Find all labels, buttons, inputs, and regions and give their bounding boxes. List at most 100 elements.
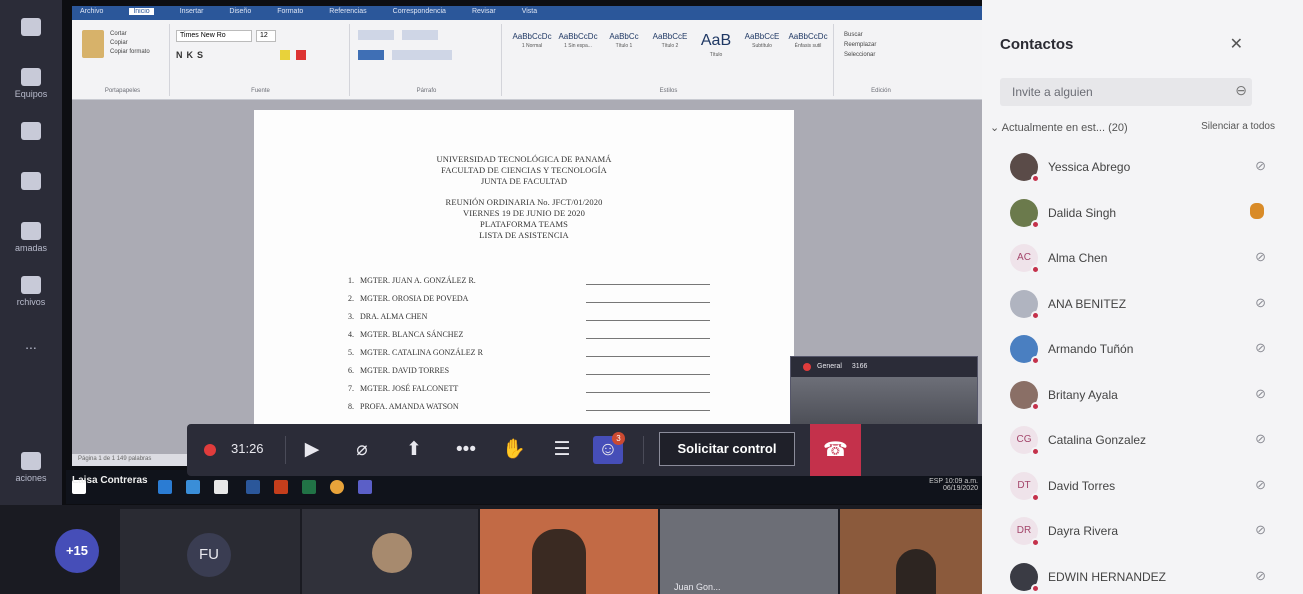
photo-of-screen: Equipos amadas rchivos ... aciones da Ar… <box>0 0 1303 594</box>
signature-line <box>586 374 710 375</box>
ribbon-tab[interactable]: Insertar <box>180 8 204 15</box>
hangup-button[interactable]: ☎ <box>810 424 861 476</box>
chrome-icon[interactable] <box>330 480 344 494</box>
font-group: Times New Ro 12 NKS Fuente <box>172 24 350 96</box>
mic-off-icon: ⊘ <box>1255 567 1266 583</box>
meeting-info: REUNIÓN ORDINARIA No. JFCT/01/2020 VIERN… <box>445 197 603 240</box>
style-option[interactable]: AaBbCcE Subtítulo <box>740 32 784 66</box>
avatar: DR <box>1010 517 1040 547</box>
rail-item-calls[interactable]: amadas <box>4 222 58 253</box>
style-option[interactable]: AaBbCc Título 1 <box>602 32 646 66</box>
participant-name: Armando Tuñón <box>1048 342 1134 356</box>
style-option[interactable]: AaBbCcDc Énfasis sutil <box>786 32 830 66</box>
avatar <box>1010 380 1040 411</box>
copy-button[interactable]: Copiar <box>110 39 150 48</box>
format-painter-button[interactable]: Copiar formato <box>110 48 150 57</box>
mute-all-button[interactable]: Silenciar a todos <box>1201 121 1275 132</box>
font-size-select[interactable]: 12 <box>256 30 276 42</box>
more-icon[interactable]: ... <box>4 336 58 352</box>
attendance-row: 6. MGTER. DAVID TORRES <box>340 366 720 375</box>
close-icon[interactable]: ✕ <box>1230 34 1243 54</box>
ribbon-tab[interactable]: Revisar <box>472 8 496 15</box>
participant-name: Britany Ayala <box>1048 387 1118 402</box>
request-control-button[interactable]: Solicitar control <box>659 432 795 466</box>
select-button[interactable]: Seleccionar <box>844 50 876 60</box>
invite-input[interactable]: Invite a alguien <box>1000 78 1252 106</box>
participant-row[interactable]: Britany Ayala ⊘ <box>1000 376 1280 412</box>
camera-icon[interactable]: ▶ <box>297 436 327 464</box>
ribbon-tab[interactable]: Archivo <box>80 8 103 15</box>
edge-icon[interactable] <box>158 480 172 494</box>
bullets-icon[interactable] <box>358 30 394 40</box>
style-option[interactable]: AaBbCcDc 1 Sin espa... <box>556 32 600 66</box>
presence-icon <box>1031 492 1040 502</box>
participant-row[interactable]: DR Dayra Rivera ⊘ <box>1000 512 1280 548</box>
assignments-icon[interactable] <box>4 122 58 143</box>
chevron-down-icon: ⌄ <box>990 122 1000 134</box>
cut-button[interactable]: Cortar <box>110 30 150 39</box>
align-buttons[interactable] <box>392 50 452 60</box>
style-option[interactable]: AaBbCcDc 1 Normal <box>510 32 554 66</box>
system-tray: ESP 10:09 a.m. 06/19/2020 <box>929 478 978 492</box>
ribbon-tab[interactable]: Diseño <box>229 8 251 15</box>
participant-row[interactable]: Armando Tuñón ⊘ <box>1000 330 1280 366</box>
participants-icon[interactable]: ☺ 3 <box>593 432 625 464</box>
font-format-buttons[interactable]: NKS <box>176 50 207 60</box>
font-name-select[interactable]: Times New Ro <box>176 30 252 42</box>
document-page[interactable]: UNIVERSIDAD TECNOLÓGICA DE PANAMÁ FACULT… <box>254 110 794 466</box>
style-option[interactable]: AaBbCcE Título 2 <box>648 32 692 66</box>
mic-off-icon: ⊘ <box>1255 385 1266 401</box>
teams-taskbar-icon[interactable] <box>358 480 372 494</box>
ribbon-tab[interactable]: Inicio <box>129 8 154 15</box>
more-actions-icon[interactable]: ••• <box>451 436 481 464</box>
find-button[interactable]: Buscar <box>844 30 876 40</box>
highlight-icon[interactable] <box>280 50 290 60</box>
powerpoint-icon[interactable] <box>274 480 288 494</box>
paragraph-group: Párrafo <box>352 24 502 96</box>
signature-line <box>586 284 710 285</box>
replace-button[interactable]: Reemplazar <box>844 40 876 50</box>
font-color-icon[interactable] <box>296 50 306 60</box>
rail-item-files[interactable]: rchivos <box>4 276 58 307</box>
ribbon-tab[interactable]: Formato <box>277 8 303 15</box>
chat-icon[interactable]: ☰ <box>547 436 577 464</box>
rail-item-apps[interactable]: aciones <box>4 452 58 483</box>
mail-icon[interactable] <box>186 480 200 494</box>
participant-name: Laisa Contreras <box>72 475 148 486</box>
word-taskbar-icon[interactable] <box>246 480 260 494</box>
mic-off-icon: ⊘ <box>1255 340 1266 355</box>
calendar-icon[interactable] <box>4 172 58 193</box>
participant-row[interactable]: AC Alma Chen ⊘ <box>1000 239 1280 275</box>
style-option[interactable]: AaB Título <box>694 32 738 66</box>
numbering-icon[interactable] <box>402 30 438 40</box>
rail-item-teams[interactable]: Equipos <box>4 68 58 99</box>
excel-icon[interactable] <box>302 480 316 494</box>
font-label: Fuente <box>251 88 270 94</box>
overflow-participants-button[interactable]: +15 <box>55 529 99 573</box>
share-screen-icon[interactable]: ⬆ <box>399 436 429 464</box>
activity-icon[interactable] <box>4 18 58 39</box>
participant-name: Catalina Gonzalez <box>1048 433 1147 447</box>
participant-row[interactable]: EDWIN HERNANDEZ ⊘ <box>1000 558 1280 594</box>
attendance-row: 8. PROFA. AMANDA WATSON <box>340 402 720 411</box>
mic-off-icon: ⊘ <box>1255 249 1266 264</box>
participant-row[interactable]: DT David Torres ⊘ <box>1000 467 1280 503</box>
participant-row[interactable]: CG Catalina Gonzalez ⊘ <box>1000 421 1280 457</box>
files-icon <box>21 276 41 294</box>
mic-off-icon[interactable]: ⌀ <box>347 436 377 464</box>
align-left-icon[interactable] <box>358 50 384 60</box>
raise-hand-icon[interactable]: ✋ <box>499 436 529 464</box>
participant-strip: +15 FU Juan Gon... Laisa Contreras <box>0 475 990 594</box>
paste-icon[interactable] <box>82 30 104 58</box>
participant-row[interactable]: ANA BENITEZ ⊘ <box>1000 285 1280 321</box>
share-invite-icon[interactable]: ⊖ <box>1235 82 1247 99</box>
store-icon[interactable] <box>214 480 228 494</box>
ribbon-tab[interactable]: Correspondencia <box>393 8 446 15</box>
ribbon-tab[interactable]: Vista <box>522 8 537 15</box>
section-header[interactable]: ⌄ Actualmente en est... (20) <box>990 121 1128 134</box>
participant-row[interactable]: Yessica Abrego ⊘ <box>1000 148 1280 184</box>
attendance-row: 5. MGTER. CATALINA GONZÁLEZ R <box>340 348 720 357</box>
presence-icon <box>1031 447 1040 456</box>
ribbon-tab[interactable]: Referencias <box>329 8 366 15</box>
participant-row[interactable]: Dalida Singh <box>1000 194 1280 230</box>
